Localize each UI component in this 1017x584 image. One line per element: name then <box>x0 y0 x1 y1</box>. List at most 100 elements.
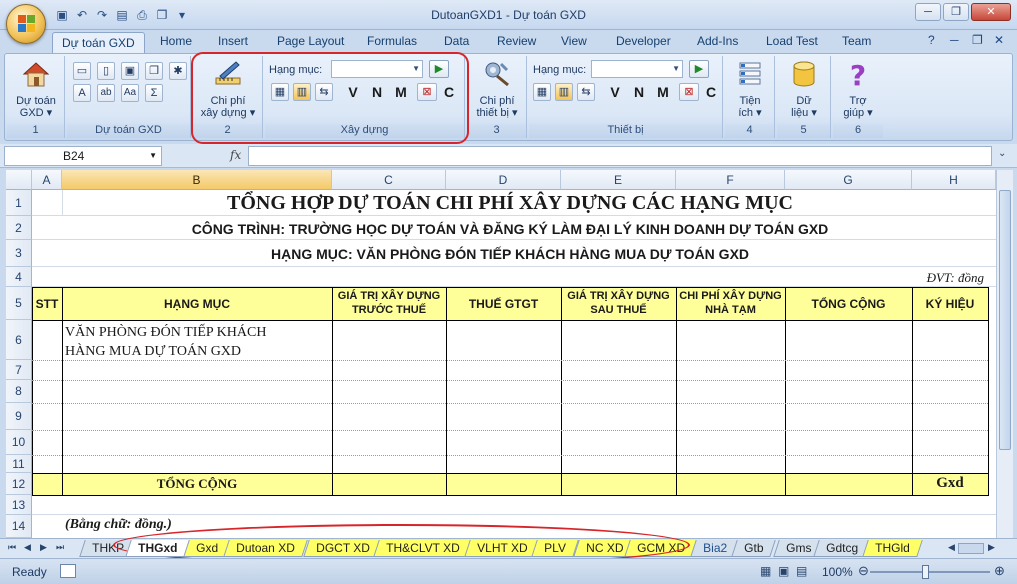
zoom-level[interactable]: 100% <box>822 565 853 579</box>
open-icon[interactable]: ▯ <box>97 62 115 80</box>
scroll-thumb[interactable] <box>999 190 1011 450</box>
tab-add-ins[interactable]: Add-Ins <box>697 34 738 48</box>
sheet-tab[interactable]: THGxd <box>125 540 191 557</box>
spreadsheet-grid[interactable]: A B C D E F G H 1 2 3 4 5 6 7 8 9 10 11 … <box>6 170 996 538</box>
grid-tb-icon[interactable]: ▥ <box>555 83 573 101</box>
du-lieu-button[interactable]: Dữ liệu ▾ <box>779 58 829 119</box>
column-header-b[interactable]: B <box>62 170 332 190</box>
row-header-12[interactable]: 12 <box>6 473 32 495</box>
case-icon[interactable]: Aa <box>121 84 139 102</box>
last-sheet-icon[interactable]: ⏭ <box>56 542 64 553</box>
row-header-7[interactable]: 7 <box>6 360 32 380</box>
hang-muc-label-2: Hạng mục: <box>533 64 587 76</box>
zoom-in-icon[interactable]: ⊕ <box>994 563 1005 579</box>
font-icon[interactable]: A <box>73 84 91 102</box>
workbook-close-icon[interactable]: ✕ <box>994 33 1004 47</box>
row-header-8[interactable]: 8 <box>6 380 32 403</box>
tien-ich-button[interactable]: Tiện ích ▾ <box>727 58 773 119</box>
delete-tb-icon[interactable]: ⊠ <box>679 83 699 101</box>
tab-view[interactable]: View <box>561 34 587 48</box>
zoom-slider-thumb[interactable] <box>922 565 929 579</box>
ribbon: Dự toán GXD ▾ 1 ▭ ▯ ▣ ❐ ✱ A ab Aa Ʃ Dự t… <box>4 53 1013 141</box>
ribbon-minimize-icon[interactable]: ─ <box>950 33 959 47</box>
tab-formulas[interactable]: Formulas <box>367 34 417 48</box>
tab-load-test[interactable]: Load Test <box>766 34 818 48</box>
du-toan-gxd-button[interactable]: Dự toán GXD ▾ <box>11 58 61 119</box>
row-header-10[interactable]: 10 <box>6 430 32 455</box>
copy-sheet-icon[interactable]: ❐ <box>145 62 163 80</box>
v-tb-button[interactable]: V <box>605 82 625 102</box>
total-symbol: Gxd <box>936 475 964 491</box>
row-header-5[interactable]: 5 <box>6 287 32 320</box>
restore-button[interactable]: ❐ <box>943 3 969 21</box>
page-break-view-icon[interactable]: ▤ <box>796 564 807 578</box>
normal-view-icon[interactable]: ▦ <box>760 564 771 578</box>
spell-icon[interactable]: ab <box>97 84 115 102</box>
formula-bar: B24 ▼ fx ⌄ <box>0 144 1017 168</box>
prev-sheet-icon[interactable]: ◀ <box>24 542 31 553</box>
tab-du-toan-gxd[interactable]: Dự toán GXD <box>52 32 145 54</box>
n-tb-button[interactable]: N <box>629 82 649 102</box>
status-bar: Ready ▦ ▣ ▤ 100% ⊖ ⊕ <box>0 558 1017 584</box>
column-header-h[interactable]: H <box>912 170 996 190</box>
run-tb-button[interactable]: ▶ <box>689 60 709 78</box>
m-tb-button[interactable]: M <box>653 82 673 102</box>
minimize-button[interactable]: ─ <box>915 3 941 21</box>
formula-input[interactable] <box>248 146 992 166</box>
hscroll-left-icon[interactable]: ◀ <box>948 542 955 553</box>
tab-data[interactable]: Data <box>444 34 469 48</box>
arrange-tb-icon[interactable]: ⇆ <box>577 83 595 101</box>
tab-insert[interactable]: Insert <box>218 34 248 48</box>
row-header-6[interactable]: 6 <box>6 320 32 360</box>
fx-icon[interactable]: fx <box>230 148 241 162</box>
row-header-4[interactable]: 4 <box>6 267 32 287</box>
sheet-tab[interactable]: THGld <box>862 540 923 557</box>
save-file-icon[interactable]: ▣ <box>121 62 139 80</box>
settings-icon[interactable]: ✱ <box>169 62 187 80</box>
macro-record-icon[interactable] <box>60 564 76 578</box>
column-header-a[interactable]: A <box>32 170 62 190</box>
row-header-9[interactable]: 9 <box>6 403 32 430</box>
expand-formula-icon[interactable]: ⌄ <box>998 148 1006 159</box>
table-tb-icon[interactable]: ▦ <box>533 83 551 101</box>
row-header-3[interactable]: 3 <box>6 240 32 267</box>
name-box[interactable]: B24 ▼ <box>4 146 162 166</box>
page-layout-view-icon[interactable]: ▣ <box>778 564 789 578</box>
vertical-scrollbar[interactable] <box>996 170 1013 538</box>
next-sheet-icon[interactable]: ▶ <box>40 542 47 553</box>
chi-phi-thiet-bi-button[interactable]: Chi phí thiết bị ▾ <box>469 58 525 119</box>
column-header-d[interactable]: D <box>446 170 561 190</box>
c-tb-button[interactable]: C <box>701 82 721 102</box>
select-all-corner[interactable] <box>6 170 32 190</box>
office-button[interactable] <box>6 4 46 44</box>
tro-giup-button[interactable]: ? Trợ giúp ▾ <box>835 58 881 119</box>
sheet-tab[interactable]: Gtb <box>731 540 777 557</box>
new-icon[interactable]: ▭ <box>73 62 91 80</box>
row-header-11[interactable]: 11 <box>6 455 32 473</box>
row6-hang-muc[interactable]: VĂN PHÒNG ĐÓN TIẾP KHÁCH HÀNG MUA DỰ TOÁN… <box>65 323 266 361</box>
row-header-1[interactable]: 1 <box>6 190 32 216</box>
tab-home[interactable]: Home <box>160 34 192 48</box>
tab-page-layout[interactable]: Page Layout <box>277 34 344 48</box>
close-button[interactable]: ✕ <box>971 3 1011 21</box>
symbol-icon[interactable]: Ʃ <box>145 84 163 102</box>
column-header-f[interactable]: F <box>676 170 785 190</box>
house-icon <box>22 62 50 87</box>
row-header-13[interactable]: 13 <box>6 495 32 515</box>
help-icon[interactable]: ? <box>928 33 935 47</box>
hscroll-thumb[interactable] <box>958 543 984 554</box>
tab-team[interactable]: Team <box>842 34 871 48</box>
column-header-c[interactable]: C <box>332 170 446 190</box>
workbook-restore-icon[interactable]: ❐ <box>972 33 983 47</box>
row-header-2[interactable]: 2 <box>6 216 32 240</box>
column-header-e[interactable]: E <box>561 170 676 190</box>
hang-muc-tb-select[interactable]: ▼ <box>591 60 683 78</box>
tab-review[interactable]: Review <box>497 34 536 48</box>
tab-developer[interactable]: Developer <box>616 34 671 48</box>
column-header-g[interactable]: G <box>785 170 912 190</box>
row-header-14[interactable]: 14 <box>6 515 32 538</box>
zoom-out-icon[interactable]: ⊖ <box>858 563 869 579</box>
hscroll-right-icon[interactable]: ▶ <box>988 542 995 553</box>
zoom-slider[interactable] <box>870 565 990 579</box>
first-sheet-icon[interactable]: ⏮ <box>8 542 16 553</box>
